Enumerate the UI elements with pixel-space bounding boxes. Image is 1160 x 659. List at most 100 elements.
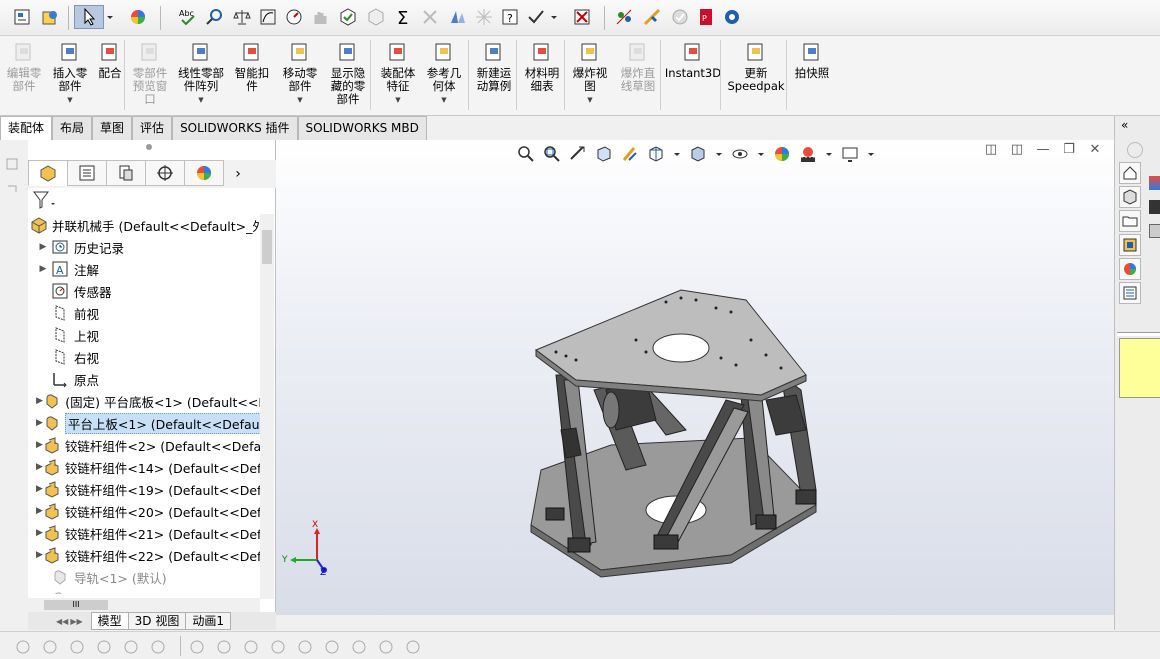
model-parallel-robot[interactable] bbox=[516, 280, 856, 580]
file-explorer-icon[interactable] bbox=[1119, 210, 1141, 232]
expand-arrow-icon[interactable]: ▶ bbox=[36, 264, 50, 274]
tab-5[interactable]: SOLIDWORKS MBD bbox=[297, 116, 427, 140]
tile-right-icon[interactable]: ◫ bbox=[1010, 142, 1024, 157]
tab-1[interactable]: 布局 bbox=[52, 116, 93, 140]
pdf-icon[interactable]: P bbox=[694, 5, 718, 29]
chevron-down-icon[interactable] bbox=[824, 144, 834, 164]
tree-item-0[interactable]: ▶ 历史记录 bbox=[28, 236, 260, 258]
home-icon[interactable] bbox=[1119, 162, 1141, 184]
tree-item-14[interactable]: ▶ 铰链杆组件<22> (Default<<Defa bbox=[28, 544, 260, 566]
smart-dimension-icon[interactable] bbox=[269, 638, 289, 656]
tree-item-16[interactable]: (-) 滑块<1> (默认) bbox=[28, 588, 260, 594]
expand-arrow-icon[interactable]: ▶ bbox=[36, 242, 50, 252]
gear-icon[interactable] bbox=[720, 5, 744, 29]
help-icon[interactable]: ? bbox=[498, 5, 522, 29]
close-icon[interactable]: ✕ bbox=[1088, 142, 1102, 157]
circle-icon[interactable] bbox=[95, 638, 115, 656]
zoom-to-fit-icon[interactable] bbox=[516, 144, 536, 164]
chevron-down-icon[interactable] bbox=[548, 5, 560, 29]
view-palette-icon[interactable] bbox=[1119, 234, 1141, 256]
offset-icon[interactable] bbox=[242, 638, 262, 656]
ribbon-button-0[interactable]: 编辑零 部件 bbox=[4, 40, 44, 93]
rebuild-icon[interactable] bbox=[38, 5, 62, 29]
curve-icon[interactable] bbox=[256, 5, 280, 29]
cube-check-icon[interactable] bbox=[336, 5, 360, 29]
circle-icon[interactable] bbox=[41, 638, 61, 656]
dotted-icon[interactable] bbox=[323, 638, 343, 656]
tree-horizontal-scrollbar[interactable]: III bbox=[28, 598, 260, 612]
ok-icon[interactable] bbox=[668, 5, 692, 29]
measure-icon[interactable] bbox=[202, 5, 226, 29]
tab-dimxpert-manager[interactable] bbox=[145, 160, 185, 186]
tree-root[interactable]: 并联机械手 (Default<<Default>_外观 bbox=[28, 214, 260, 236]
expand-arrow-icon[interactable]: ▶ bbox=[36, 550, 43, 560]
bottom-tab-2[interactable]: 动画1 bbox=[185, 612, 231, 630]
tree-item-1[interactable]: ▶ A 注解 bbox=[28, 258, 260, 280]
tree-item-7[interactable]: ▶ (固定) 平台底板<1> (Default<<D bbox=[28, 390, 260, 412]
mass-properties-icon[interactable] bbox=[230, 5, 254, 29]
chevron-down-icon[interactable]: ▼ bbox=[297, 94, 302, 107]
tab-property-manager[interactable] bbox=[67, 160, 107, 186]
previous-view-icon[interactable] bbox=[568, 144, 588, 164]
dynamic-annotation-icon[interactable] bbox=[620, 144, 640, 164]
expand-arrow-icon[interactable]: ▶ bbox=[36, 484, 43, 494]
interference-icon[interactable] bbox=[418, 5, 442, 29]
graphics-area[interactable]: ◫ ◫ — ❐ ✕ X Y Z bbox=[276, 140, 1114, 615]
check-icon[interactable] bbox=[524, 5, 548, 29]
design-library-icon[interactable] bbox=[1119, 186, 1141, 208]
ribbon-button-7[interactable]: 显示隐 藏的零 部件 bbox=[328, 40, 368, 106]
tab-2[interactable]: 草图 bbox=[92, 116, 133, 140]
ribbon-button-5[interactable]: 智能扣 件 bbox=[232, 40, 272, 93]
filter-icon[interactable] bbox=[32, 190, 60, 212]
spell-check-icon[interactable]: Abc bbox=[176, 5, 200, 29]
ribbon-button-3[interactable]: 零部件 预览窗 口 bbox=[130, 40, 170, 106]
appearances-icon[interactable] bbox=[1119, 258, 1141, 280]
tab-configuration-manager[interactable] bbox=[106, 160, 146, 186]
chevron-down-icon[interactable] bbox=[866, 144, 876, 164]
expand-arrow-icon[interactable]: ▶ bbox=[36, 462, 43, 472]
tree-item-2[interactable]: 传感器 bbox=[28, 280, 260, 302]
tab-nav-arrows[interactable]: ◀◀ ▶▶ bbox=[28, 617, 83, 626]
tree-item-10[interactable]: ▶ 铰链杆组件<14> (Default<<Defa bbox=[28, 456, 260, 478]
tool-icon[interactable] bbox=[640, 5, 664, 29]
tree-item-11[interactable]: ▶ 铰链杆组件<19> (Default<<Defa bbox=[28, 478, 260, 500]
section-view-icon[interactable] bbox=[594, 144, 614, 164]
chevron-down-icon[interactable] bbox=[104, 5, 116, 29]
expand-arrow-icon[interactable]: ▶ bbox=[36, 440, 43, 450]
ribbon-button-12[interactable]: 爆炸视 图 ▼ bbox=[570, 40, 610, 107]
scene-folder-icon[interactable] bbox=[1149, 200, 1160, 214]
ribbon-button-11[interactable]: 材料明 细表 bbox=[522, 40, 562, 93]
tab-0[interactable]: 装配体 bbox=[0, 116, 53, 140]
edit-appearance-icon[interactable] bbox=[772, 144, 792, 164]
options-icon[interactable] bbox=[10, 5, 34, 29]
dim-icon[interactable] bbox=[350, 638, 370, 656]
tab-4[interactable]: SOLIDWORKS 插件 bbox=[172, 116, 298, 140]
expand-arrow-icon[interactable]: ▶ bbox=[36, 396, 43, 406]
ribbon-button-8[interactable]: 装配体 特征 ▼ bbox=[378, 40, 418, 107]
view-settings-icon[interactable] bbox=[840, 144, 860, 164]
graph-icon[interactable] bbox=[612, 5, 636, 29]
ribbon-button-2[interactable]: 配合 bbox=[96, 40, 124, 80]
minimize-icon[interactable]: — bbox=[1036, 142, 1050, 157]
decal-folder-icon[interactable] bbox=[1149, 224, 1160, 238]
ribbon-button-4[interactable]: 线性零部 件阵列 ▼ bbox=[176, 40, 226, 107]
apply-scene-icon[interactable] bbox=[798, 144, 818, 164]
cube-outline-icon[interactable] bbox=[364, 5, 388, 29]
ribbon-button-15[interactable]: 更新 Speedpak bbox=[727, 40, 785, 93]
ribbon-button-9[interactable]: 参考几 何体 ▼ bbox=[424, 40, 464, 107]
gauge-icon[interactable] bbox=[282, 5, 306, 29]
chevron-down-icon[interactable] bbox=[714, 144, 724, 164]
tree-item-5[interactable]: 右视 bbox=[28, 346, 260, 368]
point-icon[interactable] bbox=[14, 638, 34, 656]
grid-icon[interactable] bbox=[377, 638, 397, 656]
restore-icon[interactable]: ❐ bbox=[1062, 142, 1076, 157]
trim-icon[interactable] bbox=[122, 638, 142, 656]
ribbon-button-13[interactable]: 爆炸直 线草图 bbox=[616, 40, 660, 93]
chevron-right-icon[interactable]: › bbox=[223, 160, 253, 188]
tree-item-9[interactable]: ▶ 铰链杆组件<2> (Default<<Defau bbox=[28, 434, 260, 456]
zoom-to-area-icon[interactable] bbox=[542, 144, 562, 164]
expand-arrow-icon[interactable]: ▶ bbox=[36, 418, 43, 428]
select-arrow-icon[interactable] bbox=[74, 5, 104, 29]
chevron-down-icon[interactable]: ▼ bbox=[67, 94, 72, 107]
dock-icon[interactable] bbox=[4, 156, 24, 196]
